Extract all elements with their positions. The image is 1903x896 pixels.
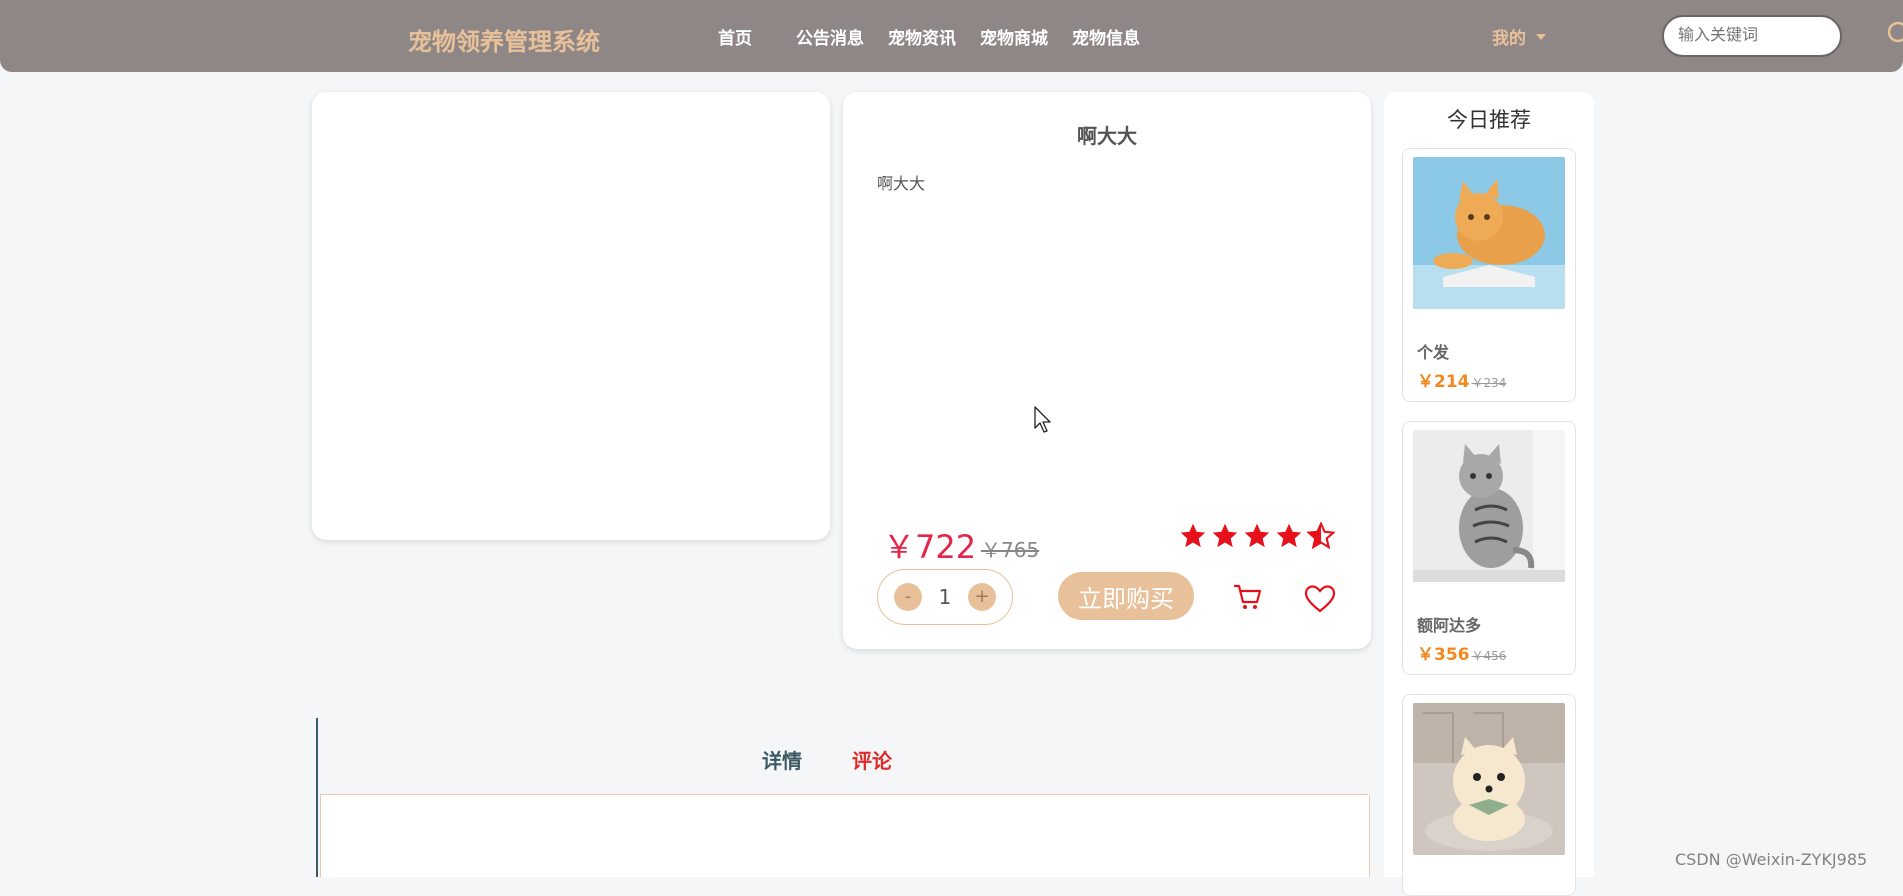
tab-content (320, 795, 1370, 877)
product-description: 啊大大 (877, 174, 926, 193)
increment-button[interactable]: + (967, 583, 996, 611)
details-tabs-section: 详情 评论 (316, 718, 1373, 877)
search-input[interactable] (1662, 15, 1842, 57)
product-title: 啊大大 (1077, 124, 1137, 148)
recommend-price: ￥214 ￥234 (1417, 372, 1507, 392)
nav-pet-news[interactable]: 宠物资讯 (888, 24, 956, 49)
nav-pet-mall[interactable]: 宠物商城 (980, 24, 1048, 49)
recommend-card[interactable]: 个发 ￥214 ￥234 (1402, 148, 1576, 402)
site-brand[interactable]: 宠物领养管理系统 (408, 22, 600, 57)
star-icon (1276, 523, 1302, 548)
star-icon (1212, 523, 1238, 548)
recommend-original-price: ￥234 (1471, 376, 1507, 390)
recommend-price: ￥356 ￥456 (1417, 645, 1507, 665)
recommend-name: 个发 (1417, 343, 1450, 362)
user-menu[interactable]: 我的 (1492, 24, 1546, 49)
chevron-down-icon (1536, 33, 1546, 40)
heart-icon[interactable] (1304, 584, 1336, 614)
decrement-button[interactable]: - (894, 583, 922, 611)
main-nav: 首页 公告消息 宠物资讯 宠物商城 宠物信息 (718, 24, 1164, 49)
product-detail-panel: 啊大大 啊大大 ￥722 ￥765 - 1 + 立即购买 (843, 92, 1371, 649)
gray-tabby-cat-image (1413, 430, 1565, 582)
search-icon[interactable] (1886, 20, 1903, 48)
orange-cat-image (1413, 157, 1565, 309)
cart-icon[interactable] (1233, 582, 1263, 612)
recommend-card[interactable] (1402, 694, 1576, 896)
nav-home[interactable]: 首页 (718, 24, 752, 49)
tab-details[interactable]: 详情 (762, 745, 802, 774)
star-half-icon (1307, 522, 1335, 550)
recommend-card[interactable]: 额阿达多 ￥356 ￥456 (1402, 421, 1576, 675)
star-icon (1180, 523, 1206, 548)
product-price: ￥722 (883, 528, 977, 566)
product-original-price: ￥765 (981, 538, 1040, 562)
nav-announcements[interactable]: 公告消息 (796, 24, 864, 49)
quantity-value: 1 (938, 585, 952, 609)
recommend-title: 今日推荐 (1447, 108, 1531, 132)
recommend-original-price: ￥456 (1471, 649, 1507, 663)
top-nav-bar: 宠物领养管理系统 首页 公告消息 宠物资讯 宠物商城 宠物信息 我的 (0, 0, 1903, 72)
mouse-cursor-icon (1034, 406, 1051, 433)
quantity-stepper: - 1 + (877, 569, 1013, 625)
pomeranian-dog-image (1413, 703, 1565, 855)
nav-pet-info[interactable]: 宠物信息 (1072, 24, 1140, 49)
watermark: CSDN @Weixin-ZYKJ985 (1675, 850, 1868, 869)
recommend-panel: 今日推荐 个发 ￥214 ￥234 额阿达多 ￥356 ￥456 (1384, 92, 1594, 896)
tab-comments[interactable]: 评论 (852, 745, 892, 774)
user-menu-label: 我的 (1492, 29, 1526, 49)
buy-now-button[interactable]: 立即购买 (1058, 572, 1194, 620)
recommend-name: 额阿达多 (1417, 616, 1482, 635)
star-icon (1244, 523, 1270, 548)
rating-stars (1179, 522, 1335, 550)
product-image-panel (312, 92, 830, 540)
